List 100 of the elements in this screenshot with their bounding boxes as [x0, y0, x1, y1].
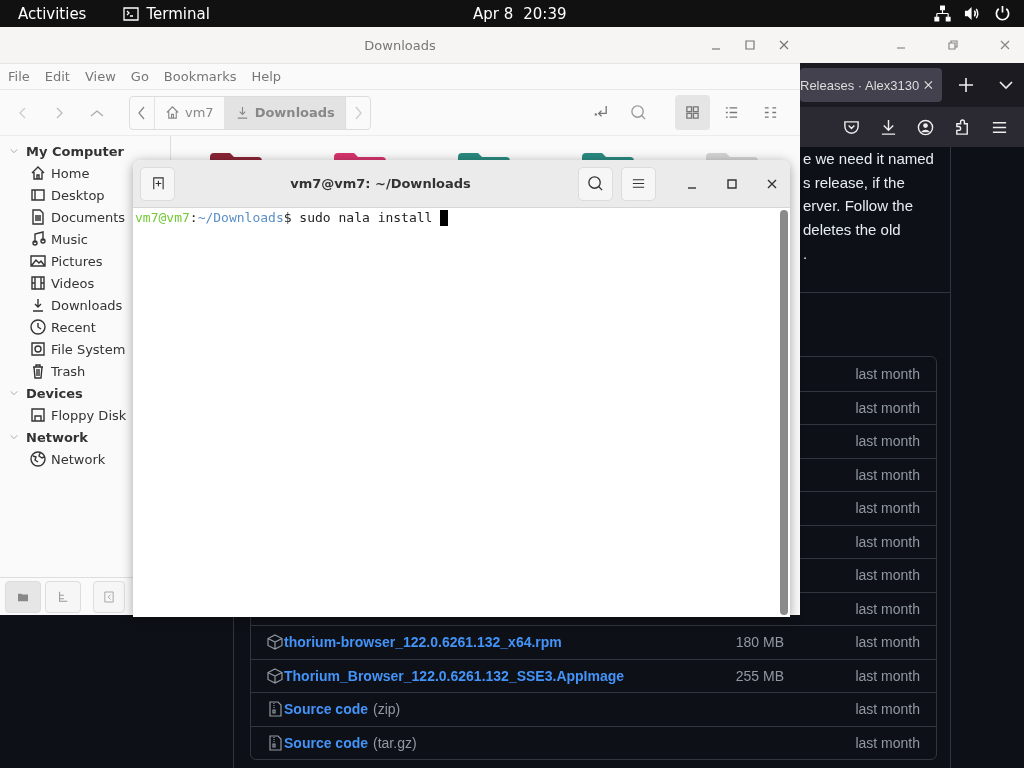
puzzle-icon[interactable] — [954, 118, 971, 136]
menu-item[interactable]: File — [8, 69, 30, 84]
asset-extension: (zip) — [373, 701, 401, 718]
download-icon[interactable] — [880, 118, 897, 136]
maximize-icon[interactable] — [726, 177, 738, 190]
menu-item[interactable]: Edit — [44, 69, 70, 84]
house-icon — [30, 165, 46, 181]
list-icon — [724, 105, 739, 120]
path-crumb[interactable]: vm7 — [154, 96, 224, 129]
zip-file-icon — [267, 701, 283, 718]
asset-extension: (tar.gz) — [373, 734, 417, 751]
search-button[interactable] — [578, 166, 613, 201]
menu-item[interactable]: Help — [251, 69, 282, 84]
sidebar-section[interactable]: Network — [0, 426, 92, 448]
asset-size: 255 MB — [735, 667, 784, 684]
menu-item[interactable]: Go — [130, 69, 149, 84]
text-cursor — [440, 210, 449, 226]
zip-file-icon — [267, 734, 283, 751]
asset-size: 180 MB — [735, 634, 784, 651]
asset-link[interactable]: thorium-browser_122.0.6261.132_x64.rpm — [284, 634, 562, 651]
sidebar-item[interactable]: Documents — [51, 209, 126, 225]
chevron-icon — [9, 432, 19, 442]
sidebar-item[interactable]: File System — [51, 341, 126, 357]
sidebar-item[interactable]: Pictures — [51, 253, 103, 269]
new-tab-button[interactable] — [140, 166, 175, 201]
desktop-icon — [30, 187, 46, 203]
sidebar-item[interactable]: Music — [51, 231, 88, 247]
globe-icon — [30, 451, 46, 467]
pocket-icon[interactable] — [843, 118, 860, 136]
grid-icon — [685, 105, 700, 120]
browser-tab[interactable]: Releases · Alex3130 — [800, 68, 942, 102]
trash-icon — [30, 363, 46, 379]
picture-icon — [30, 253, 46, 269]
package-icon — [267, 634, 283, 651]
asset-date: last month — [855, 734, 920, 751]
date-label[interactable]: Apr 8 — [473, 4, 514, 23]
chevron-icon — [9, 146, 19, 156]
sidebar-section[interactable]: Devices — [0, 382, 87, 404]
sidebar-item[interactable]: Desktop — [51, 187, 105, 203]
sidebar-item[interactable]: Network — [51, 451, 106, 467]
description-text: erver. Follow the — [803, 196, 915, 217]
asset-date: last month — [855, 667, 920, 684]
network-icon[interactable] — [934, 5, 951, 22]
terminal-icon — [123, 6, 140, 21]
menu-button[interactable] — [621, 166, 656, 201]
asset-date: last month — [855, 500, 920, 517]
close-icon[interactable] — [766, 177, 778, 190]
sidebar-item[interactable]: Floppy Disk — [51, 407, 127, 423]
scrollbar-thumb[interactable] — [780, 210, 788, 615]
new-tab-icon — [150, 176, 165, 191]
sidebar-item[interactable]: Recent — [51, 319, 96, 335]
asset-date: last month — [855, 399, 920, 416]
asset-link[interactable]: Thorium_Browser_122.0.6261.132_SSE3.AppImage — [284, 667, 625, 684]
power-icon[interactable] — [994, 5, 1011, 22]
restore-icon[interactable] — [947, 39, 959, 51]
time-label[interactable]: 20:39 — [523, 4, 567, 23]
package-icon — [267, 667, 283, 684]
document-icon — [30, 209, 46, 225]
asset-date: last month — [855, 365, 920, 382]
description-text: e we need it named — [803, 149, 935, 169]
asset-link[interactable]: Source code — [284, 701, 369, 718]
grid-view-button[interactable] — [675, 95, 710, 130]
asset-date: last month — [855, 466, 920, 483]
sidebar-section[interactable]: My Computer — [0, 140, 128, 162]
asset-date: last month — [855, 701, 920, 718]
window-title: Downloads — [364, 37, 436, 53]
compact-icon — [763, 105, 778, 120]
tree-icon — [57, 590, 69, 603]
asset-date: last month — [855, 533, 920, 550]
clock-icon — [30, 319, 46, 335]
search-icon — [587, 175, 604, 192]
new-tab-icon[interactable] — [958, 77, 974, 93]
film-icon — [30, 275, 46, 291]
sidebar-item[interactable]: Downloads — [51, 297, 123, 313]
places-button[interactable] — [5, 580, 41, 613]
menu-item[interactable]: Bookmarks — [163, 69, 237, 84]
description-text: . — [803, 243, 809, 264]
app-menu[interactable]: Terminal — [146, 4, 210, 23]
asset-date: last month — [855, 600, 920, 617]
chevron-icon — [9, 388, 19, 398]
menu-item[interactable]: View — [84, 69, 116, 84]
description-text: s release, if the — [803, 172, 906, 193]
window-title: vm7@vm7: ~/Downloads — [289, 176, 472, 191]
menu-icon — [631, 176, 646, 191]
collapse-icon — [104, 590, 114, 603]
asset-link[interactable]: Source code — [284, 734, 369, 751]
description-text: deletes the old — [803, 220, 902, 241]
asset-date: last month — [855, 433, 920, 450]
sidebar-item[interactable]: Videos — [51, 275, 95, 291]
activities-button[interactable]: Activities — [18, 4, 87, 23]
volume-icon[interactable] — [964, 5, 981, 22]
house-icon — [165, 105, 180, 120]
terminal-prompt: vm7@vm7:~/Downloads$ sudo nala install — [135, 210, 433, 225]
asset-date: last month — [855, 634, 920, 651]
download-icon — [30, 297, 46, 313]
account-icon[interactable] — [917, 118, 934, 136]
search-icon[interactable] — [630, 104, 647, 121]
sidebar-item[interactable]: Trash — [51, 363, 86, 379]
sidebar-item[interactable]: Home — [51, 165, 90, 181]
folder-icon — [17, 591, 29, 602]
